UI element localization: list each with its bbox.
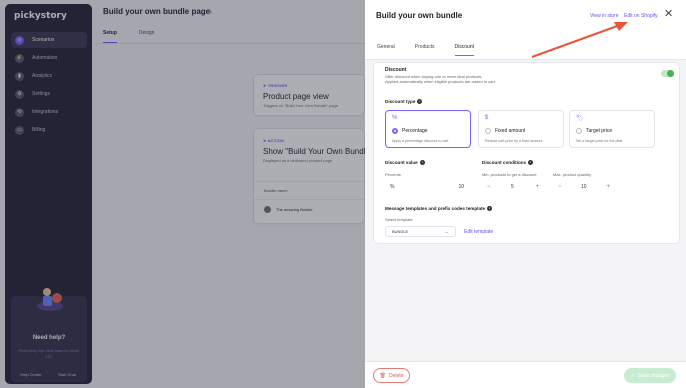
modal-overlay[interactable] bbox=[0, 0, 365, 388]
percent-value: 10 bbox=[458, 183, 464, 190]
discount-type-fixed[interactable]: $ Fixed amount Reduce cart price by a fi… bbox=[478, 110, 564, 148]
view-in-store-link[interactable]: View in store bbox=[590, 13, 619, 19]
save-icon: ✓ bbox=[630, 372, 635, 379]
discount-desc-2: Applied automatically when eligible prod… bbox=[385, 79, 496, 84]
percent-input[interactable]: % 10 bbox=[385, 181, 469, 192]
type-label: Target price bbox=[586, 128, 613, 134]
info-icon[interactable]: i bbox=[417, 99, 423, 105]
type-desc: Reduce cart price by a fixed amount bbox=[485, 139, 543, 143]
templates-title: Message templates and prefix codes templ… bbox=[385, 206, 486, 211]
delete-label: Delete bbox=[388, 372, 404, 379]
dollar-icon: $ bbox=[485, 115, 489, 121]
percent-icon: % bbox=[392, 115, 398, 121]
type-desc: Set a target price for the deal bbox=[576, 139, 623, 143]
info-icon[interactable]: i bbox=[419, 160, 425, 166]
panel-footer: 🗑 Delete ✓ Save changes bbox=[365, 361, 686, 388]
type-desc: Apply a percentage discount to cart bbox=[392, 139, 449, 143]
edit-template-link[interactable]: Edit template bbox=[464, 229, 493, 235]
info-icon[interactable]: i bbox=[487, 206, 493, 212]
max-quantity-label: Max. product quantity bbox=[553, 172, 592, 177]
save-label: Save changes bbox=[637, 372, 670, 379]
tab-discount[interactable]: Discount bbox=[454, 44, 474, 56]
minus-button[interactable]: − bbox=[487, 184, 491, 190]
template-select[interactable]: BUNDLE ⌄ bbox=[385, 226, 456, 237]
max-quantity-value: 10 bbox=[581, 183, 587, 190]
discount-card: Discount Offer discount when buying one … bbox=[373, 62, 680, 244]
info-icon[interactable]: i bbox=[528, 160, 534, 166]
panel-tabs: General Products Discount bbox=[377, 44, 474, 56]
percents-label: Percents bbox=[385, 172, 401, 177]
discount-type-title: Discount type bbox=[385, 99, 416, 104]
minus-button[interactable]: − bbox=[558, 184, 562, 190]
tab-general[interactable]: General bbox=[377, 44, 395, 56]
discount-toggle[interactable] bbox=[661, 70, 674, 77]
radio-fixed[interactable] bbox=[485, 128, 491, 134]
trash-icon: 🗑 bbox=[379, 372, 386, 379]
bundle-panel: Build your own bundle View in store Edit… bbox=[365, 0, 686, 388]
discount-value-title: Discount value bbox=[385, 160, 418, 165]
panel-header: Build your own bundle View in store Edit… bbox=[365, 0, 686, 60]
edit-on-shopify-link[interactable]: Edit on Shopify bbox=[624, 13, 658, 19]
min-products-value: 5 bbox=[511, 183, 514, 190]
select-template-label: Select template bbox=[385, 217, 413, 222]
radio-target[interactable] bbox=[576, 128, 582, 134]
type-label: Fixed amount bbox=[495, 128, 526, 134]
tab-products[interactable]: Products bbox=[415, 44, 435, 56]
max-quantity-stepper[interactable]: − 10 + bbox=[553, 181, 615, 192]
chevron-down-icon: ⌄ bbox=[444, 229, 449, 235]
type-label: Percentage bbox=[402, 128, 428, 134]
discount-type-percentage[interactable]: % Percentage Apply a percentage discount… bbox=[385, 110, 471, 148]
close-icon[interactable]: ✕ bbox=[664, 9, 673, 20]
min-products-stepper[interactable]: − 5 + bbox=[482, 181, 544, 192]
panel-title: Build your own bundle bbox=[376, 11, 463, 20]
discount-type-target[interactable]: 🏷 Target price Set a target price for th… bbox=[569, 110, 655, 148]
discount-title: Discount bbox=[385, 67, 407, 73]
save-button[interactable]: ✓ Save changes bbox=[624, 368, 676, 383]
tag-icon: 🏷 bbox=[576, 116, 584, 122]
toggle-knob bbox=[667, 70, 674, 77]
min-products-label: Min. products to get a discount bbox=[482, 172, 537, 177]
percent-symbol: % bbox=[390, 183, 395, 190]
plus-button[interactable]: + bbox=[606, 184, 610, 190]
discount-conditions-title: Discount conditions bbox=[482, 160, 527, 165]
plus-button[interactable]: + bbox=[535, 184, 539, 190]
delete-button[interactable]: 🗑 Delete bbox=[373, 368, 410, 383]
template-select-value: BUNDLE bbox=[392, 229, 409, 234]
radio-percentage[interactable] bbox=[392, 128, 398, 134]
